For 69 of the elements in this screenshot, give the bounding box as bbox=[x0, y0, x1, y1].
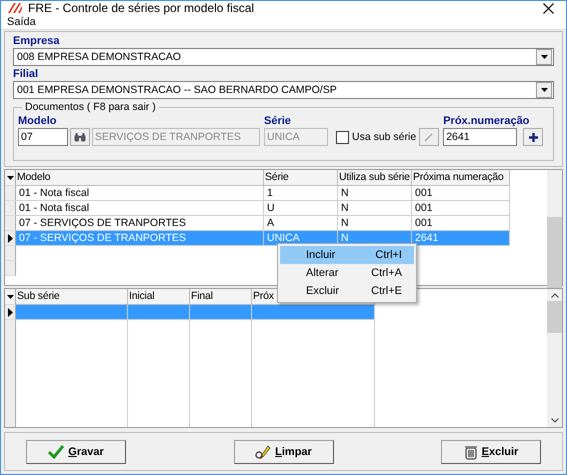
table-row[interactable]: 01 - Nota fiscal 1 N 001 bbox=[16, 186, 510, 201]
checkbox[interactable] bbox=[336, 130, 349, 144]
field-label: Filial bbox=[13, 68, 38, 81]
table-cell: N bbox=[338, 186, 412, 201]
scroll-down-icon[interactable] bbox=[550, 418, 558, 423]
table-row[interactable]: 01 - Nota fiscal U N 001 bbox=[16, 201, 510, 216]
scroll-thumb[interactable] bbox=[547, 301, 562, 333]
checkbox-label[interactable]: Usa sub série bbox=[352, 131, 416, 143]
column-header[interactable]: Final bbox=[190, 289, 252, 305]
window-title: FRE - Controle de séries por modelo fiscal bbox=[28, 1, 256, 16]
table-cell: U bbox=[264, 201, 338, 216]
company-dropdown[interactable]: 008 EMPRESA DEMONSTRACAO bbox=[13, 48, 554, 66]
menu-item[interactable]: Incluir Ctrl+I bbox=[280, 246, 414, 264]
field-label: Próx.numeração bbox=[443, 115, 530, 128]
shortcut-text: Ctrl+A bbox=[371, 267, 402, 279]
shortcut-text: Ctrl+I bbox=[375, 249, 402, 261]
table-cell: 1 bbox=[264, 186, 338, 201]
table-cell: 01 - Nota fiscal bbox=[16, 186, 264, 201]
series-field: UNICA bbox=[264, 128, 328, 146]
menu-item[interactable]: Alterar Ctrl+A bbox=[280, 264, 414, 282]
row-indicator[interactable] bbox=[5, 231, 16, 246]
menu-item-label: Incluir bbox=[306, 249, 336, 261]
save-button[interactable]: Gravar bbox=[26, 440, 126, 464]
caret-icon[interactable] bbox=[6, 294, 14, 298]
vertical-scrollbar[interactable] bbox=[547, 289, 562, 427]
row-indicator[interactable] bbox=[5, 305, 16, 320]
field-label: Série bbox=[264, 115, 291, 128]
table-cell: 01 - Nota fiscal bbox=[16, 201, 264, 216]
caret-icon[interactable] bbox=[6, 176, 14, 180]
menu-item-label: Alterar bbox=[306, 267, 338, 279]
app-logo-icon bbox=[7, 2, 23, 14]
pen-icon bbox=[424, 132, 434, 142]
field-label: Empresa bbox=[13, 35, 60, 48]
delete-button[interactable]: Excluir bbox=[441, 440, 541, 464]
table-cell: 2641 bbox=[412, 231, 510, 246]
binoculars-icon bbox=[74, 132, 86, 142]
clear-button[interactable]: Limpar bbox=[234, 440, 334, 464]
column-header[interactable]: Série bbox=[264, 170, 338, 186]
column-header[interactable]: Próxima numeração bbox=[412, 170, 510, 186]
add-button[interactable] bbox=[523, 128, 544, 146]
column-header[interactable]: Utiliza sub série bbox=[338, 170, 412, 186]
checkmark-icon bbox=[48, 444, 64, 458]
menu-item[interactable]: Excluir Ctrl+E bbox=[280, 282, 414, 300]
scroll-thumb[interactable] bbox=[547, 217, 562, 289]
description-field: SERVIÇOS DE TRANPORTES bbox=[92, 128, 260, 146]
column-header[interactable]: Modelo bbox=[16, 170, 264, 186]
table-cell: 001 bbox=[412, 186, 510, 201]
column-header[interactable]: Inicial bbox=[128, 289, 190, 305]
current-row-icon bbox=[8, 234, 12, 242]
branch-dropdown[interactable]: 001 EMPRESA DEMONSTRACAO -- SAO BERNARDO CAMPO/SP bbox=[13, 81, 554, 99]
plus-icon bbox=[528, 132, 538, 142]
eraser-icon bbox=[255, 444, 272, 460]
current-row-icon bbox=[8, 308, 12, 316]
search-button[interactable] bbox=[70, 128, 90, 146]
table-cell: 07 - SERVIÇOS DE TRANPORTES bbox=[16, 231, 264, 246]
scroll-up-icon[interactable] bbox=[550, 293, 558, 298]
field-label: Modelo bbox=[18, 115, 56, 128]
group-title: Documentos ( F8 para sair ) bbox=[22, 101, 159, 113]
table-cell: 001 bbox=[412, 201, 510, 216]
column-header[interactable]: Sub série bbox=[16, 289, 128, 305]
menu-item-label: Excluir bbox=[306, 285, 340, 297]
next-number-field[interactable]: 2641 bbox=[443, 128, 518, 146]
menu-item[interactable]: Saída bbox=[7, 16, 36, 28]
close-icon[interactable] bbox=[543, 2, 554, 14]
trash-can-icon bbox=[464, 444, 478, 460]
vertical-scrollbar[interactable] bbox=[547, 170, 562, 285]
model-field[interactable]: 07 bbox=[18, 128, 68, 146]
table-cell: N bbox=[338, 201, 412, 216]
shortcut-text: Ctrl+E bbox=[371, 285, 402, 297]
